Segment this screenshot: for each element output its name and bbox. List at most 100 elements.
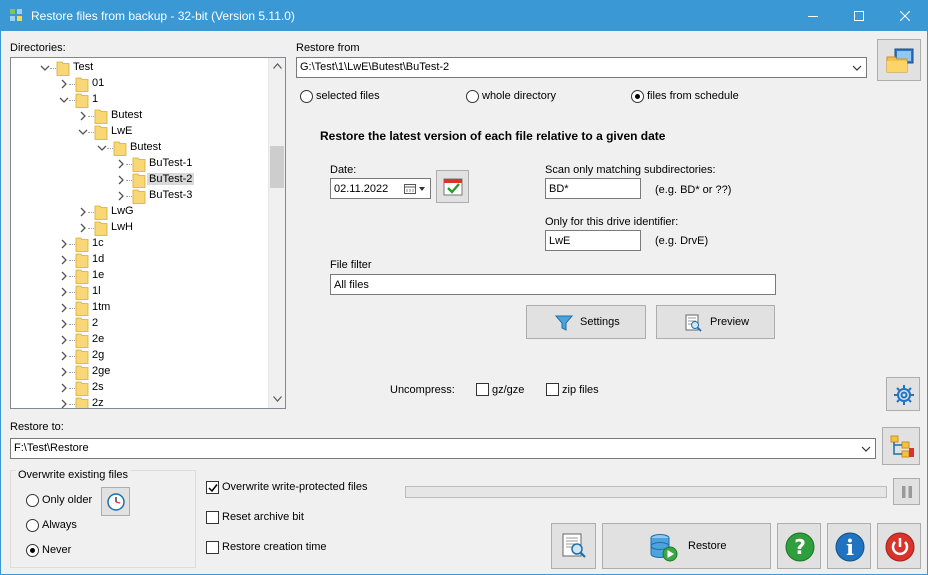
- tree-item[interactable]: LwE: [11, 124, 269, 140]
- tree-item-label[interactable]: 1c: [90, 237, 106, 249]
- collapse-chevron-icon[interactable]: [78, 127, 88, 137]
- tree-item[interactable]: 2: [11, 316, 269, 332]
- expand-chevron-icon[interactable]: [78, 111, 88, 121]
- expand-chevron-icon[interactable]: [59, 335, 69, 345]
- write-protected-label[interactable]: Overwrite write-protected files: [222, 481, 368, 493]
- tree-item[interactable]: Butest: [11, 108, 269, 124]
- tree-item[interactable]: 1e: [11, 268, 269, 284]
- maximize-button[interactable]: [836, 0, 882, 31]
- tree-item-label[interactable]: 2z: [90, 397, 106, 408]
- collapse-chevron-icon[interactable]: [40, 63, 50, 73]
- overwrite-always-label[interactable]: Always: [42, 519, 77, 531]
- expand-chevron-icon[interactable]: [59, 399, 69, 409]
- expand-chevron-icon[interactable]: [59, 79, 69, 89]
- expand-chevron-icon[interactable]: [59, 319, 69, 329]
- tree-item-label[interactable]: 1d: [90, 253, 106, 265]
- settings-button[interactable]: Settings: [526, 305, 646, 339]
- tree-item-label[interactable]: Test: [71, 61, 95, 73]
- tree-item-label[interactable]: 2g: [90, 349, 106, 361]
- gz-label[interactable]: gz/gze: [492, 384, 524, 396]
- tree-item-label[interactable]: BuTest-3: [147, 189, 194, 201]
- tree-item[interactable]: 1tm: [11, 300, 269, 316]
- collapse-chevron-icon[interactable]: [97, 143, 107, 153]
- overwrite-never-radio[interactable]: [26, 544, 39, 557]
- select-source-button[interactable]: [877, 39, 921, 81]
- expand-chevron-icon[interactable]: [59, 303, 69, 313]
- drive-identifier-input[interactable]: LwE: [545, 230, 641, 251]
- tree-item[interactable]: Test: [11, 60, 269, 76]
- file-filter-input[interactable]: All files: [330, 274, 776, 295]
- expand-chevron-icon[interactable]: [59, 271, 69, 281]
- tree-item[interactable]: BuTest-3: [11, 188, 269, 204]
- time-settings-button[interactable]: [101, 487, 130, 516]
- date-picker[interactable]: 02.11.2022: [330, 178, 431, 199]
- directory-tree[interactable]: Test 01 1 Butest LwE Butest BuTest-1 BuTest-2 Bu…: [10, 57, 286, 409]
- scroll-thumb[interactable]: [270, 146, 284, 188]
- restore-from-combo[interactable]: G:\Test\1\LwE\Butest\BuTest-2: [296, 57, 867, 78]
- tree-item[interactable]: 2z: [11, 396, 269, 409]
- expand-chevron-icon[interactable]: [116, 159, 126, 169]
- minimize-button[interactable]: [790, 0, 836, 31]
- reset-archive-label[interactable]: Reset archive bit: [222, 511, 304, 523]
- restore-creation-label[interactable]: Restore creation time: [222, 541, 327, 553]
- expand-chevron-icon[interactable]: [116, 191, 126, 201]
- close-window-button[interactable]: [882, 0, 928, 31]
- tree-item[interactable]: 2g: [11, 348, 269, 364]
- expand-chevron-icon[interactable]: [59, 255, 69, 265]
- mode-selected-files-label[interactable]: selected files: [316, 90, 380, 102]
- expand-chevron-icon[interactable]: [78, 223, 88, 233]
- mode-files-from-schedule-label[interactable]: files from schedule: [647, 90, 739, 102]
- select-destination-button[interactable]: [882, 427, 920, 465]
- expand-chevron-icon[interactable]: [59, 239, 69, 249]
- tree-scrollbar[interactable]: [268, 58, 285, 408]
- collapse-chevron-icon[interactable]: [59, 95, 69, 105]
- preview-button[interactable]: Preview: [656, 305, 775, 339]
- view-log-button[interactable]: [551, 523, 596, 569]
- tree-item[interactable]: 01: [11, 76, 269, 92]
- scroll-down-icon[interactable]: [273, 396, 282, 402]
- overwrite-only-older-label[interactable]: Only older: [42, 494, 92, 506]
- calendar-dropdown-icon[interactable]: [404, 183, 428, 195]
- tree-item-label[interactable]: 1e: [90, 269, 106, 281]
- tree-item-label[interactable]: 1tm: [90, 301, 112, 313]
- tree-item-label[interactable]: Butest: [109, 109, 144, 121]
- tree-item[interactable]: 1c: [11, 236, 269, 252]
- tree-item[interactable]: LwH: [11, 220, 269, 236]
- restore-to-combo[interactable]: F:\Test\Restore: [10, 438, 876, 459]
- expand-chevron-icon[interactable]: [116, 175, 126, 185]
- exit-button[interactable]: [877, 523, 921, 569]
- tree-item-label[interactable]: 1l: [90, 285, 103, 297]
- expand-chevron-icon[interactable]: [59, 351, 69, 361]
- tree-item-label[interactable]: 2s: [90, 381, 106, 393]
- tree-item[interactable]: BuTest-2: [11, 172, 269, 188]
- tree-item-label[interactable]: Butest: [128, 141, 163, 153]
- tree-item-label[interactable]: 01: [90, 77, 106, 89]
- mode-selected-files-radio[interactable]: [300, 90, 313, 103]
- tree-item-label[interactable]: LwG: [109, 205, 136, 217]
- restore-button[interactable]: Restore: [602, 523, 771, 569]
- tree-item-label[interactable]: LwE: [109, 125, 134, 137]
- zip-checkbox[interactable]: [546, 383, 559, 396]
- expand-chevron-icon[interactable]: [59, 383, 69, 393]
- tree-item-label[interactable]: 2e: [90, 333, 106, 345]
- tree-item[interactable]: BuTest-1: [11, 156, 269, 172]
- tree-item-label[interactable]: 2ge: [90, 365, 112, 377]
- scroll-up-icon[interactable]: [273, 63, 282, 69]
- tree-item[interactable]: LwG: [11, 204, 269, 220]
- zip-label[interactable]: zip files: [562, 384, 599, 396]
- scan-subdirectories-input[interactable]: BD*: [545, 178, 641, 199]
- tree-item[interactable]: 1: [11, 92, 269, 108]
- tree-item-label[interactable]: BuTest-1: [147, 157, 194, 169]
- mode-whole-directory-label[interactable]: whole directory: [482, 90, 556, 102]
- mode-whole-directory-radio[interactable]: [466, 90, 479, 103]
- expand-chevron-icon[interactable]: [59, 287, 69, 297]
- overwrite-always-radio[interactable]: [26, 519, 39, 532]
- schedule-calendar-button[interactable]: [436, 170, 469, 203]
- write-protected-checkbox[interactable]: [206, 481, 219, 494]
- tree-item-label[interactable]: 2: [90, 317, 100, 329]
- gz-checkbox[interactable]: [476, 383, 489, 396]
- tree-item[interactable]: Butest: [11, 140, 269, 156]
- tree-item-label[interactable]: 1: [90, 93, 100, 105]
- help-button[interactable]: ?: [777, 523, 821, 569]
- mode-files-from-schedule-radio[interactable]: [631, 90, 644, 103]
